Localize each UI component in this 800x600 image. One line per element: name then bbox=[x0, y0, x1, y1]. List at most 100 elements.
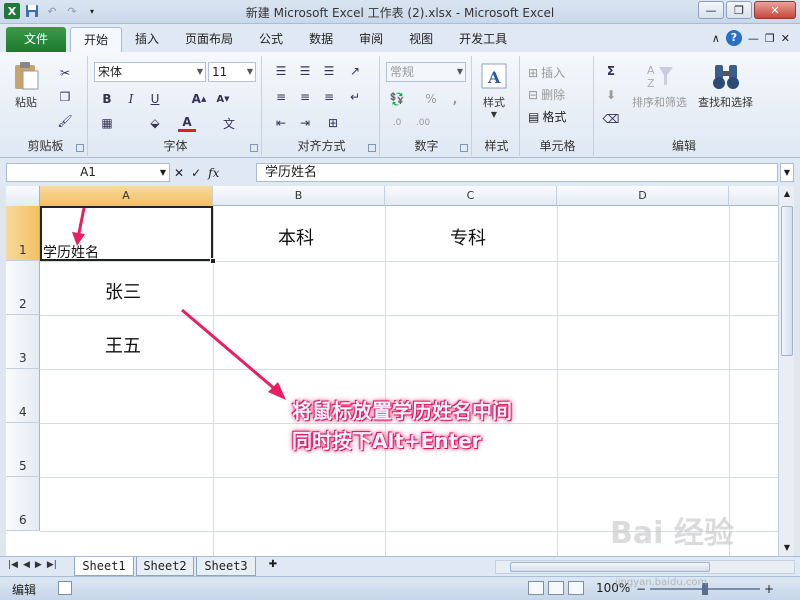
sort-filter-button[interactable]: AZ 排序和筛选 bbox=[632, 60, 687, 110]
page-break-view-icon[interactable] bbox=[568, 581, 584, 595]
confirm-entry-icon[interactable]: ✓ bbox=[191, 166, 201, 180]
font-launcher-icon[interactable] bbox=[250, 144, 258, 152]
file-tab[interactable]: 文件 bbox=[6, 27, 66, 52]
help-icon[interactable]: ? bbox=[725, 30, 742, 46]
restore-button[interactable]: ❐ bbox=[726, 1, 752, 19]
zoom-in-icon[interactable]: + bbox=[764, 582, 774, 596]
font-name-combo[interactable]: 宋体 ▼ bbox=[94, 62, 206, 82]
normal-view-icon[interactable] bbox=[528, 581, 544, 595]
insert-sheet-icon[interactable]: ✚ bbox=[264, 559, 282, 573]
expand-formula-bar-icon[interactable]: ▼ bbox=[780, 163, 794, 182]
first-sheet-icon[interactable]: |◀ bbox=[8, 560, 18, 570]
sheet-tab-bar: |◀ ◀ ▶ ▶| Sheet1 Sheet2 Sheet3 ✚ bbox=[0, 556, 800, 576]
tab-view[interactable]: 视图 bbox=[396, 27, 446, 52]
merge-center-icon[interactable]: ⊞ bbox=[324, 114, 342, 132]
align-right-icon[interactable]: ≡ bbox=[320, 88, 338, 106]
tab-insert[interactable]: 插入 bbox=[122, 27, 172, 52]
sheet-tab-3[interactable]: Sheet3 bbox=[196, 557, 256, 576]
increase-decimal-icon[interactable]: .0 bbox=[388, 114, 406, 132]
macro-record-icon[interactable] bbox=[58, 581, 72, 595]
autosum-icon[interactable]: Σ bbox=[602, 62, 620, 80]
delete-cells-button[interactable]: ⊟ 删除 bbox=[528, 86, 565, 103]
vertical-scroll-thumb[interactable] bbox=[781, 206, 793, 356]
last-sheet-icon[interactable]: ▶| bbox=[47, 560, 57, 570]
fill-icon[interactable]: ⬇ bbox=[602, 86, 620, 104]
paste-button[interactable]: 粘贴 bbox=[10, 60, 42, 110]
italic-icon[interactable]: I bbox=[122, 90, 140, 108]
font-group: 宋体 ▼ 11 ▼ B I U A ▲ A ▼ ▦ ⬙ A 文 字体 bbox=[90, 56, 262, 156]
minimize-button[interactable]: — bbox=[698, 1, 724, 19]
insert-function-icon[interactable]: fx bbox=[208, 166, 219, 180]
alignment-launcher-icon[interactable] bbox=[368, 144, 376, 152]
clear-icon[interactable]: ⌫ bbox=[602, 110, 620, 128]
clipboard-label: 剪贴板 bbox=[27, 139, 64, 153]
scroll-down-icon[interactable]: ▼ bbox=[779, 540, 795, 556]
cut-icon[interactable]: ✂ bbox=[56, 64, 74, 82]
format-painter-icon[interactable]: 🖌 bbox=[56, 112, 74, 130]
tab-data[interactable]: 数据 bbox=[296, 27, 346, 52]
number-launcher-icon[interactable] bbox=[460, 144, 468, 152]
prev-sheet-icon[interactable]: ◀ bbox=[23, 560, 30, 570]
horizontal-scrollbar[interactable] bbox=[495, 560, 795, 574]
font-color-icon[interactable]: A bbox=[178, 114, 196, 132]
cells-label: 单元格 bbox=[539, 139, 576, 153]
sheet-tab-1[interactable]: Sheet1 bbox=[74, 557, 134, 576]
tab-review[interactable]: 审阅 bbox=[346, 27, 396, 52]
orientation-icon[interactable]: ↗ bbox=[346, 62, 364, 80]
percent-icon[interactable]: % bbox=[422, 90, 440, 108]
doc-restore-icon[interactable]: ❐ bbox=[765, 32, 775, 45]
insert-cells-button[interactable]: ⊞ 插入 bbox=[528, 64, 565, 81]
delete-cells-icon: ⊟ bbox=[528, 87, 539, 102]
increase-indent-icon[interactable]: ⇥ bbox=[296, 114, 314, 132]
name-box[interactable]: A1 ▼ bbox=[6, 163, 170, 182]
align-middle-icon[interactable]: ☰ bbox=[296, 62, 314, 80]
sheet-tab-2[interactable]: Sheet2 bbox=[136, 557, 194, 576]
minimize-ribbon-icon[interactable]: ∧ bbox=[712, 32, 720, 45]
vertical-scrollbar[interactable]: ▲ ▼ bbox=[778, 186, 794, 556]
chevron-down-icon: ▼ bbox=[246, 67, 253, 76]
tab-page-layout[interactable]: 页面布局 bbox=[172, 27, 246, 52]
doc-close-icon[interactable]: ✕ bbox=[781, 32, 790, 45]
align-top-icon[interactable]: ☰ bbox=[272, 62, 290, 80]
title-bar: X ↶ ↷ ▾ 新建 Microsoft Excel 工作表 (2).xlsx … bbox=[0, 0, 800, 24]
cancel-entry-icon[interactable]: ✕ bbox=[174, 166, 184, 180]
number-format-combo[interactable]: 常规 ▼ bbox=[386, 62, 466, 82]
decrease-decimal-icon[interactable]: .00 bbox=[414, 114, 432, 132]
page-layout-view-icon[interactable] bbox=[548, 581, 564, 595]
fill-color-icon[interactable]: ⬙ bbox=[146, 114, 164, 132]
bold-icon[interactable]: B bbox=[98, 90, 116, 108]
format-cells-button[interactable]: ▤ 格式 bbox=[528, 108, 566, 125]
doc-minimize-icon[interactable]: — bbox=[748, 32, 759, 45]
next-sheet-icon[interactable]: ▶ bbox=[35, 560, 42, 570]
shrink-font-icon[interactable]: A ▼ bbox=[214, 90, 232, 108]
wrap-text-icon[interactable]: ↵ bbox=[346, 88, 364, 106]
comma-icon[interactable]: , bbox=[446, 90, 464, 108]
font-size-combo[interactable]: 11 ▼ bbox=[208, 62, 256, 82]
borders-icon[interactable]: ▦ bbox=[98, 114, 116, 132]
alignment-group: ☰ ☰ ☰ ↗ ≡ ≡ ≡ ↵ ⇤ ⇥ ⊞ 对齐方式 bbox=[264, 56, 380, 156]
status-mode: 编辑 bbox=[12, 583, 37, 597]
tab-home[interactable]: 开始 bbox=[70, 27, 123, 52]
align-left-icon[interactable]: ≡ bbox=[272, 88, 290, 106]
tab-formulas[interactable]: 公式 bbox=[246, 27, 296, 52]
phonetic-icon[interactable]: 文 bbox=[220, 114, 238, 132]
horizontal-scroll-thumb[interactable] bbox=[510, 562, 710, 572]
align-bottom-icon[interactable]: ☰ bbox=[320, 62, 338, 80]
formula-input[interactable]: 学历姓名 bbox=[256, 163, 778, 182]
tab-developer[interactable]: 开发工具 bbox=[446, 27, 520, 52]
close-button[interactable]: ✕ bbox=[754, 1, 796, 19]
underline-icon[interactable]: U bbox=[146, 90, 164, 108]
decrease-indent-icon[interactable]: ⇤ bbox=[272, 114, 290, 132]
svg-text:Z: Z bbox=[647, 77, 655, 90]
align-center-icon[interactable]: ≡ bbox=[296, 88, 314, 106]
copy-icon[interactable]: ❐ bbox=[56, 88, 74, 106]
scroll-up-icon[interactable]: ▲ bbox=[779, 186, 795, 202]
clipboard-launcher-icon[interactable] bbox=[76, 144, 84, 152]
currency-icon[interactable]: 💱 bbox=[388, 90, 406, 108]
find-select-button[interactable]: 查找和选择 bbox=[698, 60, 753, 110]
grow-font-icon[interactable]: A ▲ bbox=[190, 90, 208, 108]
annotation-arrows bbox=[72, 207, 286, 400]
styles-button[interactable]: A 样式 ▼ bbox=[478, 60, 510, 119]
worksheet-grid: A B C D 1 2 3 4 5 6 学历姓名 本科 专科 张三 王五 将鼠标… bbox=[6, 186, 778, 556]
annotation-line-2: 同时按下Alt+Enter bbox=[292, 429, 482, 453]
